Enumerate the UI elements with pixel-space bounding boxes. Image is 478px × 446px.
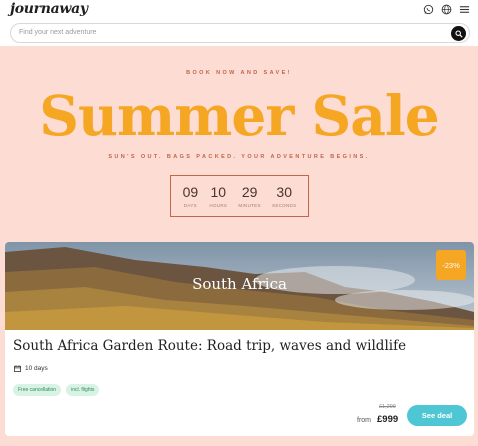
countdown-hours: 10 HOURS: [209, 184, 227, 208]
from-label: from: [357, 417, 371, 424]
countdown-value: 30: [276, 184, 292, 200]
countdown-label: MINUTES: [238, 203, 261, 208]
original-price: £1,299: [379, 404, 396, 410]
menu-icon[interactable]: [458, 3, 470, 15]
destination-label: South Africa: [192, 275, 287, 293]
countdown-label: DAYS: [183, 203, 197, 208]
see-deal-button[interactable]: See deal: [407, 405, 467, 426]
search-icon: [454, 29, 463, 38]
search-bar[interactable]: Find your next adventure: [10, 23, 470, 43]
search-button[interactable]: [451, 26, 466, 41]
countdown-minutes: 29 MINUTES: [238, 184, 260, 208]
trip-duration: 10 days: [13, 364, 48, 372]
countdown-timer: 09 DAYS 10 HOURS 29 MINUTES 30 SECONDS: [170, 175, 309, 217]
logo[interactable]: journaway: [10, 1, 88, 17]
tagline-text: SUN'S OUT. BAGS PACKED. YOUR ADVENTURE B…: [108, 154, 370, 160]
trip-tags: Free cancellation incl. flights: [13, 384, 100, 396]
countdown-label: SECONDS: [272, 203, 297, 208]
tag-free-cancellation: Free cancellation: [13, 384, 62, 396]
search-input[interactable]: Find your next adventure: [19, 29, 96, 36]
countdown-value: 29: [241, 184, 258, 200]
duration-text: 10 days: [25, 364, 48, 372]
destination-image[interactable]: South Africa -23%: [5, 242, 474, 330]
countdown-label: HOURS: [209, 203, 228, 208]
deal-card[interactable]: South Africa -23% South Africa Garden Ro…: [5, 242, 474, 436]
countdown-value: 09: [182, 184, 199, 200]
calendar-icon: [13, 364, 21, 372]
countdown-days: 09 DAYS: [183, 184, 199, 208]
countdown-seconds: 30 SECONDS: [272, 184, 296, 208]
sale-headline: Summer Sale: [39, 83, 439, 148]
deal-price: £999: [377, 414, 399, 425]
whatsapp-icon[interactable]: [422, 3, 434, 15]
discount-badge: -23%: [436, 250, 466, 280]
countdown-value: 10: [210, 184, 227, 200]
tag-incl-flights: incl. flights: [66, 384, 100, 396]
trip-title[interactable]: South Africa Garden Route: Road trip, wa…: [13, 338, 468, 354]
globe-icon[interactable]: [440, 3, 452, 15]
eyebrow-text: BOOK NOW AND SAVE!: [186, 70, 292, 76]
site-header: journaway Find your next adventure: [0, 0, 478, 46]
